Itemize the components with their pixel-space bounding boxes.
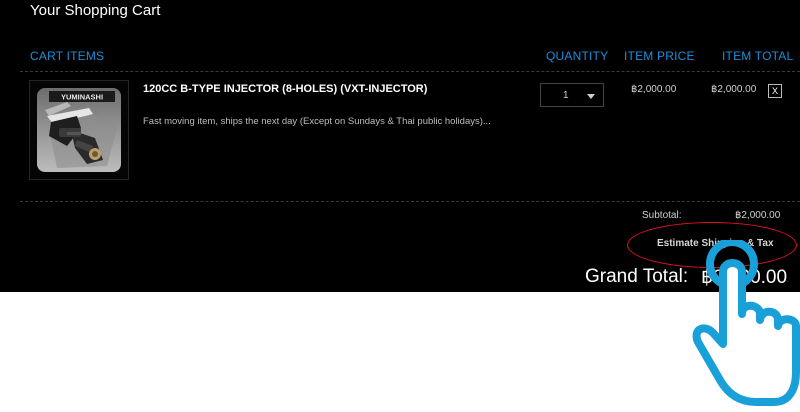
product-brand-text: YUMINASHI	[61, 93, 103, 102]
quantity-value: 1	[563, 90, 569, 101]
items-divider	[20, 201, 800, 202]
injector-product-image: YUMINASHI	[37, 88, 121, 172]
column-header-cart-items: CART ITEMS	[30, 49, 105, 63]
product-name-link[interactable]: 120CC B-TYPE INJECTOR (8-HOLES) (VXT-INJ…	[143, 83, 427, 95]
header-divider	[20, 71, 800, 72]
product-shipping-note: Fast moving item, ships the next day (Ex…	[143, 116, 491, 127]
quantity-select[interactable]: 1	[540, 83, 604, 107]
subtotal-label: Subtotal:	[642, 210, 682, 221]
item-total: ฿2,000.00	[711, 84, 757, 95]
item-price: ฿2,000.00	[631, 84, 677, 95]
pointing-hand-icon	[692, 240, 800, 406]
column-header-item-total: ITEM TOTAL	[722, 49, 794, 63]
page-title: Your Shopping Cart	[30, 2, 161, 19]
product-thumbnail-frame[interactable]: YUMINASHI	[29, 80, 129, 180]
remove-item-button[interactable]: X	[768, 84, 782, 98]
grand-total-label: Grand Total:	[585, 266, 689, 287]
product-thumbnail[interactable]: YUMINASHI	[37, 88, 121, 172]
subtotal-value: ฿2,000.00	[735, 210, 781, 221]
close-icon: X	[771, 86, 778, 96]
column-header-item-price: ITEM PRICE	[624, 49, 695, 63]
column-header-quantity: QUANTITY	[546, 49, 609, 63]
chevron-down-icon	[587, 94, 595, 99]
